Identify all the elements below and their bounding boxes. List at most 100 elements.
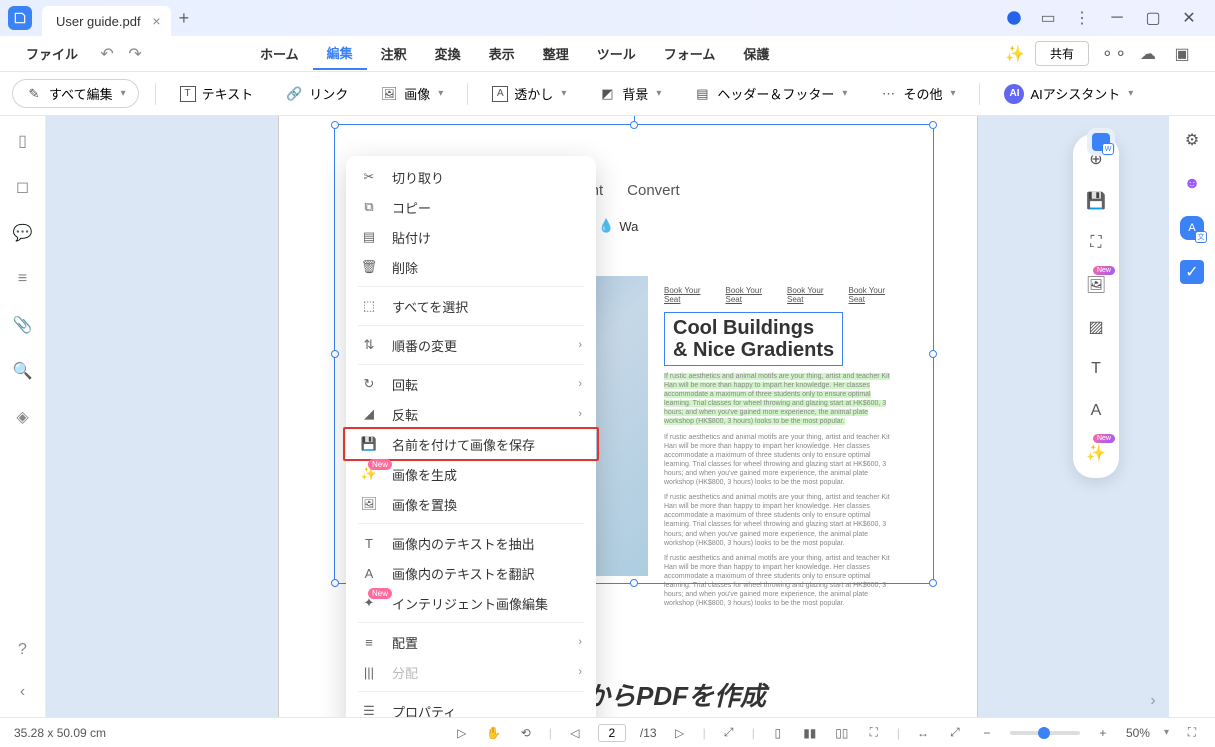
menu-edit[interactable]: 編集: [313, 37, 367, 70]
context-menu-item-9[interactable]: ↻回転›: [346, 369, 596, 399]
text-tool[interactable]: Tテキスト: [172, 79, 262, 108]
canvas[interactable]: Home Edit Comment Convert 🖼Add Image 🔗Ad…: [46, 116, 1169, 717]
thumbnails-icon[interactable]: ▯: [12, 130, 34, 152]
context-menu-item-7[interactable]: ⇅順番の変更›: [346, 330, 596, 360]
more-menu-icon[interactable]: ⋮: [1070, 6, 1094, 30]
context-menu-item-5[interactable]: ⬚すべてを選択: [346, 291, 596, 321]
help-icon[interactable]: ?: [12, 639, 34, 661]
share-button[interactable]: 共有: [1035, 41, 1089, 66]
cloud-upload-icon[interactable]: ☁: [1136, 42, 1160, 66]
crop-tool-icon[interactable]: ⛶: [1085, 232, 1107, 254]
sync-icon[interactable]: ▣: [1170, 42, 1194, 66]
two-page-icon[interactable]: ▯▯: [833, 724, 851, 742]
single-page-icon[interactable]: ▯: [769, 724, 787, 742]
resize-bl[interactable]: [331, 579, 339, 587]
context-menu-item-16[interactable]: A画像内のテキストを翻訳: [346, 558, 596, 588]
header-footer-tool[interactable]: ▤ヘッダー＆フッター▾: [685, 79, 855, 108]
misc-icon[interactable]: ⟲: [517, 724, 535, 742]
menu-protect[interactable]: 保護: [729, 38, 783, 69]
menu-view[interactable]: 表示: [475, 38, 529, 69]
edit-all-button[interactable]: ✎ すべて編集▾: [12, 79, 139, 108]
redo-button[interactable]: ↷: [124, 43, 146, 65]
replace-image-icon[interactable]: ▨: [1085, 316, 1107, 338]
context-menu-item-2[interactable]: ▤貼付け: [346, 222, 596, 252]
smart-edit-icon[interactable]: ✨New: [1085, 442, 1107, 464]
resize-br[interactable]: [929, 579, 937, 587]
read-mode-icon[interactable]: ⛶: [865, 724, 883, 742]
share-cluster-icon[interactable]: ⚬⚬: [1102, 42, 1126, 66]
ai-assistant-tool[interactable]: AIAIアシスタント▾: [996, 79, 1141, 109]
jump-icon[interactable]: ⤢: [720, 724, 738, 742]
document-tab[interactable]: User guide.pdf ×: [42, 6, 171, 36]
image-tool[interactable]: 🖼画像▾: [372, 79, 451, 108]
file-menu[interactable]: ファイル: [16, 44, 88, 63]
zoom-slider[interactable]: [1010, 731, 1080, 735]
undo-button[interactable]: ↶: [96, 43, 118, 65]
comments-panel-icon[interactable]: 💬: [12, 222, 34, 244]
background-tool[interactable]: ◩背景▾: [590, 79, 669, 108]
collapse-left-icon[interactable]: ‹: [12, 681, 34, 703]
context-menu-item-19[interactable]: ≡配置›: [346, 627, 596, 657]
menu-home[interactable]: ホーム: [246, 38, 313, 69]
zoom-in-icon[interactable]: +: [1094, 724, 1112, 742]
expand-icon[interactable]: ⛶: [1183, 724, 1201, 742]
more-tool[interactable]: ⋯その他▾: [871, 79, 963, 108]
attachments-icon[interactable]: 📎: [12, 314, 34, 336]
resize-l[interactable]: [331, 350, 339, 358]
cursor-mode-icon[interactable]: ▷: [453, 724, 471, 742]
fit-width-icon[interactable]: ↔: [914, 724, 932, 742]
translate-image-icon[interactable]: A: [1085, 400, 1107, 422]
translate-badge-icon[interactable]: A文: [1180, 216, 1204, 240]
menu-tools[interactable]: ツール: [583, 38, 650, 69]
close-button[interactable]: ✕: [1171, 3, 1207, 33]
zoom-out-icon[interactable]: −: [978, 724, 996, 742]
watermark-tool[interactable]: A透かし▾: [484, 79, 574, 108]
prev-page-icon[interactable]: ◁: [566, 724, 584, 742]
context-menu-item-12[interactable]: ✨New画像を生成: [346, 459, 596, 489]
menu-comment[interactable]: 注釈: [367, 38, 421, 69]
resize-r[interactable]: [929, 350, 937, 358]
page-number-input[interactable]: [598, 724, 626, 742]
continuous-icon[interactable]: ▮▮: [801, 724, 819, 742]
context-menu-item-13[interactable]: 🖼画像を置換: [346, 489, 596, 519]
next-page-icon[interactable]: ▷: [671, 724, 689, 742]
comment-icon[interactable]: ▭: [1036, 6, 1060, 30]
context-menu-item-11[interactable]: 💾名前を付けて画像を保存: [346, 429, 596, 459]
check-badge-icon[interactable]: ✓: [1180, 260, 1204, 284]
ocr-text-icon[interactable]: T: [1085, 358, 1107, 380]
resize-tl[interactable]: [331, 121, 339, 129]
resize-b[interactable]: [630, 579, 638, 587]
resize-tr[interactable]: [929, 121, 937, 129]
fullscreen-icon[interactable]: ⤢: [946, 724, 964, 742]
save-tool-icon[interactable]: 💾: [1085, 190, 1107, 212]
resize-t[interactable]: [630, 121, 638, 129]
context-menu-item-17[interactable]: ✦Newインテリジェント画像編集: [346, 588, 596, 618]
minimize-button[interactable]: ─: [1099, 3, 1135, 33]
search-icon[interactable]: 🔍: [12, 360, 34, 382]
cloud-icon[interactable]: [1002, 6, 1026, 30]
new-tab-button[interactable]: +: [179, 8, 190, 29]
lightbulb-icon[interactable]: ✨: [1005, 44, 1025, 64]
context-menu-item-10[interactable]: ◢反転›: [346, 399, 596, 429]
context-menu-item-22[interactable]: ☰プロパティ: [346, 696, 596, 717]
edit-image-icon[interactable]: 🖼New: [1085, 274, 1107, 296]
context-menu-item-3[interactable]: 🗑削除: [346, 252, 596, 282]
zoom-thumb[interactable]: [1038, 727, 1050, 739]
floating-word-badge[interactable]: W: [1087, 128, 1115, 156]
settings-sliders-icon[interactable]: ⚙: [1180, 128, 1204, 152]
maximize-button[interactable]: ▢: [1135, 3, 1171, 33]
layers-icon[interactable]: ◈: [12, 406, 34, 428]
bookmarks-icon[interactable]: ◻: [12, 176, 34, 198]
lines-icon[interactable]: ≡: [12, 268, 34, 290]
menu-organize[interactable]: 整理: [529, 38, 583, 69]
context-menu-item-0[interactable]: ✂切り取り: [346, 162, 596, 192]
menu-form[interactable]: フォーム: [650, 38, 730, 69]
menu-convert[interactable]: 変換: [421, 38, 475, 69]
context-menu-item-15[interactable]: T画像内のテキストを抽出: [346, 528, 596, 558]
link-tool[interactable]: 🔗リンク: [277, 79, 356, 108]
context-menu-item-1[interactable]: ⧉コピー: [346, 192, 596, 222]
ai-chat-icon[interactable]: ☻: [1180, 172, 1204, 196]
hand-mode-icon[interactable]: ✋: [485, 724, 503, 742]
nav-right[interactable]: ›: [1141, 689, 1165, 713]
tab-close-icon[interactable]: ×: [152, 13, 160, 29]
